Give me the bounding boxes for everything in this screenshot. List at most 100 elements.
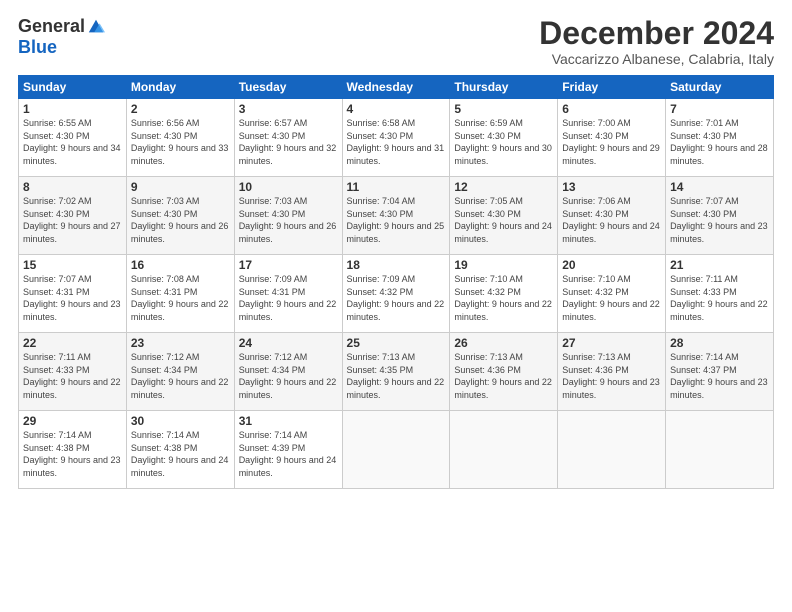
calendar-cell: 12 Sunrise: 7:05 AMSunset: 4:30 PMDaylig… bbox=[450, 177, 558, 255]
day-info: Sunrise: 7:01 AMSunset: 4:30 PMDaylight:… bbox=[670, 118, 768, 166]
day-info: Sunrise: 7:09 AMSunset: 4:31 PMDaylight:… bbox=[239, 274, 337, 322]
day-number: 5 bbox=[454, 102, 553, 116]
calendar-cell: 27 Sunrise: 7:13 AMSunset: 4:36 PMDaylig… bbox=[558, 333, 666, 411]
day-number: 19 bbox=[454, 258, 553, 272]
calendar-header-tuesday: Tuesday bbox=[234, 76, 342, 99]
day-info: Sunrise: 7:08 AMSunset: 4:31 PMDaylight:… bbox=[131, 274, 229, 322]
day-number: 13 bbox=[562, 180, 661, 194]
calendar-cell: 31 Sunrise: 7:14 AMSunset: 4:39 PMDaylig… bbox=[234, 411, 342, 489]
day-number: 21 bbox=[670, 258, 769, 272]
day-number: 27 bbox=[562, 336, 661, 350]
day-info: Sunrise: 7:09 AMSunset: 4:32 PMDaylight:… bbox=[347, 274, 445, 322]
day-number: 29 bbox=[23, 414, 122, 428]
calendar-week-4: 22 Sunrise: 7:11 AMSunset: 4:33 PMDaylig… bbox=[19, 333, 774, 411]
day-info: Sunrise: 7:02 AMSunset: 4:30 PMDaylight:… bbox=[23, 196, 121, 244]
calendar-cell: 8 Sunrise: 7:02 AMSunset: 4:30 PMDayligh… bbox=[19, 177, 127, 255]
calendar-table: SundayMondayTuesdayWednesdayThursdayFrid… bbox=[18, 75, 774, 489]
page: General Blue December 2024 Vaccarizzo Al… bbox=[0, 0, 792, 612]
calendar-cell: 30 Sunrise: 7:14 AMSunset: 4:38 PMDaylig… bbox=[126, 411, 234, 489]
day-info: Sunrise: 6:57 AMSunset: 4:30 PMDaylight:… bbox=[239, 118, 337, 166]
day-number: 12 bbox=[454, 180, 553, 194]
day-number: 15 bbox=[23, 258, 122, 272]
day-info: Sunrise: 7:12 AMSunset: 4:34 PMDaylight:… bbox=[131, 352, 229, 400]
day-number: 31 bbox=[239, 414, 338, 428]
day-number: 16 bbox=[131, 258, 230, 272]
calendar-week-1: 1 Sunrise: 6:55 AMSunset: 4:30 PMDayligh… bbox=[19, 99, 774, 177]
day-info: Sunrise: 7:06 AMSunset: 4:30 PMDaylight:… bbox=[562, 196, 660, 244]
title-block: December 2024 Vaccarizzo Albanese, Calab… bbox=[539, 16, 774, 67]
calendar-cell: 24 Sunrise: 7:12 AMSunset: 4:34 PMDaylig… bbox=[234, 333, 342, 411]
day-number: 10 bbox=[239, 180, 338, 194]
calendar-cell bbox=[342, 411, 450, 489]
calendar-week-3: 15 Sunrise: 7:07 AMSunset: 4:31 PMDaylig… bbox=[19, 255, 774, 333]
day-info: Sunrise: 6:55 AMSunset: 4:30 PMDaylight:… bbox=[23, 118, 121, 166]
day-info: Sunrise: 7:04 AMSunset: 4:30 PMDaylight:… bbox=[347, 196, 445, 244]
day-info: Sunrise: 7:03 AMSunset: 4:30 PMDaylight:… bbox=[239, 196, 337, 244]
calendar-header-saturday: Saturday bbox=[666, 76, 774, 99]
day-info: Sunrise: 7:14 AMSunset: 4:37 PMDaylight:… bbox=[670, 352, 768, 400]
day-number: 2 bbox=[131, 102, 230, 116]
calendar-cell: 9 Sunrise: 7:03 AMSunset: 4:30 PMDayligh… bbox=[126, 177, 234, 255]
calendar-cell: 2 Sunrise: 6:56 AMSunset: 4:30 PMDayligh… bbox=[126, 99, 234, 177]
calendar-cell: 26 Sunrise: 7:13 AMSunset: 4:36 PMDaylig… bbox=[450, 333, 558, 411]
day-number: 4 bbox=[347, 102, 446, 116]
calendar-header-wednesday: Wednesday bbox=[342, 76, 450, 99]
calendar-cell: 28 Sunrise: 7:14 AMSunset: 4:37 PMDaylig… bbox=[666, 333, 774, 411]
subtitle: Vaccarizzo Albanese, Calabria, Italy bbox=[539, 51, 774, 67]
day-number: 9 bbox=[131, 180, 230, 194]
calendar-header-sunday: Sunday bbox=[19, 76, 127, 99]
day-info: Sunrise: 7:13 AMSunset: 4:35 PMDaylight:… bbox=[347, 352, 445, 400]
day-info: Sunrise: 7:07 AMSunset: 4:31 PMDaylight:… bbox=[23, 274, 121, 322]
day-number: 24 bbox=[239, 336, 338, 350]
calendar-cell: 19 Sunrise: 7:10 AMSunset: 4:32 PMDaylig… bbox=[450, 255, 558, 333]
calendar-cell: 14 Sunrise: 7:07 AMSunset: 4:30 PMDaylig… bbox=[666, 177, 774, 255]
day-number: 11 bbox=[347, 180, 446, 194]
day-number: 25 bbox=[347, 336, 446, 350]
day-number: 7 bbox=[670, 102, 769, 116]
calendar-header-thursday: Thursday bbox=[450, 76, 558, 99]
day-number: 3 bbox=[239, 102, 338, 116]
day-info: Sunrise: 7:00 AMSunset: 4:30 PMDaylight:… bbox=[562, 118, 660, 166]
calendar-header-friday: Friday bbox=[558, 76, 666, 99]
logo-icon bbox=[87, 18, 105, 36]
day-number: 23 bbox=[131, 336, 230, 350]
day-info: Sunrise: 7:10 AMSunset: 4:32 PMDaylight:… bbox=[454, 274, 552, 322]
day-number: 26 bbox=[454, 336, 553, 350]
day-info: Sunrise: 7:13 AMSunset: 4:36 PMDaylight:… bbox=[562, 352, 660, 400]
day-info: Sunrise: 6:56 AMSunset: 4:30 PMDaylight:… bbox=[131, 118, 229, 166]
calendar-cell: 18 Sunrise: 7:09 AMSunset: 4:32 PMDaylig… bbox=[342, 255, 450, 333]
calendar-cell: 17 Sunrise: 7:09 AMSunset: 4:31 PMDaylig… bbox=[234, 255, 342, 333]
day-number: 18 bbox=[347, 258, 446, 272]
day-info: Sunrise: 7:11 AMSunset: 4:33 PMDaylight:… bbox=[670, 274, 768, 322]
day-info: Sunrise: 7:13 AMSunset: 4:36 PMDaylight:… bbox=[454, 352, 552, 400]
day-info: Sunrise: 7:05 AMSunset: 4:30 PMDaylight:… bbox=[454, 196, 552, 244]
calendar-cell: 23 Sunrise: 7:12 AMSunset: 4:34 PMDaylig… bbox=[126, 333, 234, 411]
calendar-cell bbox=[450, 411, 558, 489]
day-number: 30 bbox=[131, 414, 230, 428]
calendar-cell bbox=[666, 411, 774, 489]
calendar-cell: 7 Sunrise: 7:01 AMSunset: 4:30 PMDayligh… bbox=[666, 99, 774, 177]
calendar-cell: 16 Sunrise: 7:08 AMSunset: 4:31 PMDaylig… bbox=[126, 255, 234, 333]
calendar-cell: 1 Sunrise: 6:55 AMSunset: 4:30 PMDayligh… bbox=[19, 99, 127, 177]
calendar-cell: 5 Sunrise: 6:59 AMSunset: 4:30 PMDayligh… bbox=[450, 99, 558, 177]
logo-general: General bbox=[18, 16, 85, 37]
day-number: 28 bbox=[670, 336, 769, 350]
calendar-cell: 22 Sunrise: 7:11 AMSunset: 4:33 PMDaylig… bbox=[19, 333, 127, 411]
day-number: 17 bbox=[239, 258, 338, 272]
day-number: 1 bbox=[23, 102, 122, 116]
day-info: Sunrise: 7:12 AMSunset: 4:34 PMDaylight:… bbox=[239, 352, 337, 400]
day-info: Sunrise: 7:11 AMSunset: 4:33 PMDaylight:… bbox=[23, 352, 121, 400]
calendar-cell: 25 Sunrise: 7:13 AMSunset: 4:35 PMDaylig… bbox=[342, 333, 450, 411]
day-number: 14 bbox=[670, 180, 769, 194]
calendar-week-2: 8 Sunrise: 7:02 AMSunset: 4:30 PMDayligh… bbox=[19, 177, 774, 255]
day-info: Sunrise: 7:14 AMSunset: 4:38 PMDaylight:… bbox=[131, 430, 229, 478]
calendar-cell: 20 Sunrise: 7:10 AMSunset: 4:32 PMDaylig… bbox=[558, 255, 666, 333]
day-info: Sunrise: 7:14 AMSunset: 4:39 PMDaylight:… bbox=[239, 430, 337, 478]
calendar-header-monday: Monday bbox=[126, 76, 234, 99]
calendar-cell: 11 Sunrise: 7:04 AMSunset: 4:30 PMDaylig… bbox=[342, 177, 450, 255]
calendar-cell: 15 Sunrise: 7:07 AMSunset: 4:31 PMDaylig… bbox=[19, 255, 127, 333]
calendar-cell: 6 Sunrise: 7:00 AMSunset: 4:30 PMDayligh… bbox=[558, 99, 666, 177]
day-info: Sunrise: 7:14 AMSunset: 4:38 PMDaylight:… bbox=[23, 430, 121, 478]
day-info: Sunrise: 6:59 AMSunset: 4:30 PMDaylight:… bbox=[454, 118, 552, 166]
day-number: 8 bbox=[23, 180, 122, 194]
